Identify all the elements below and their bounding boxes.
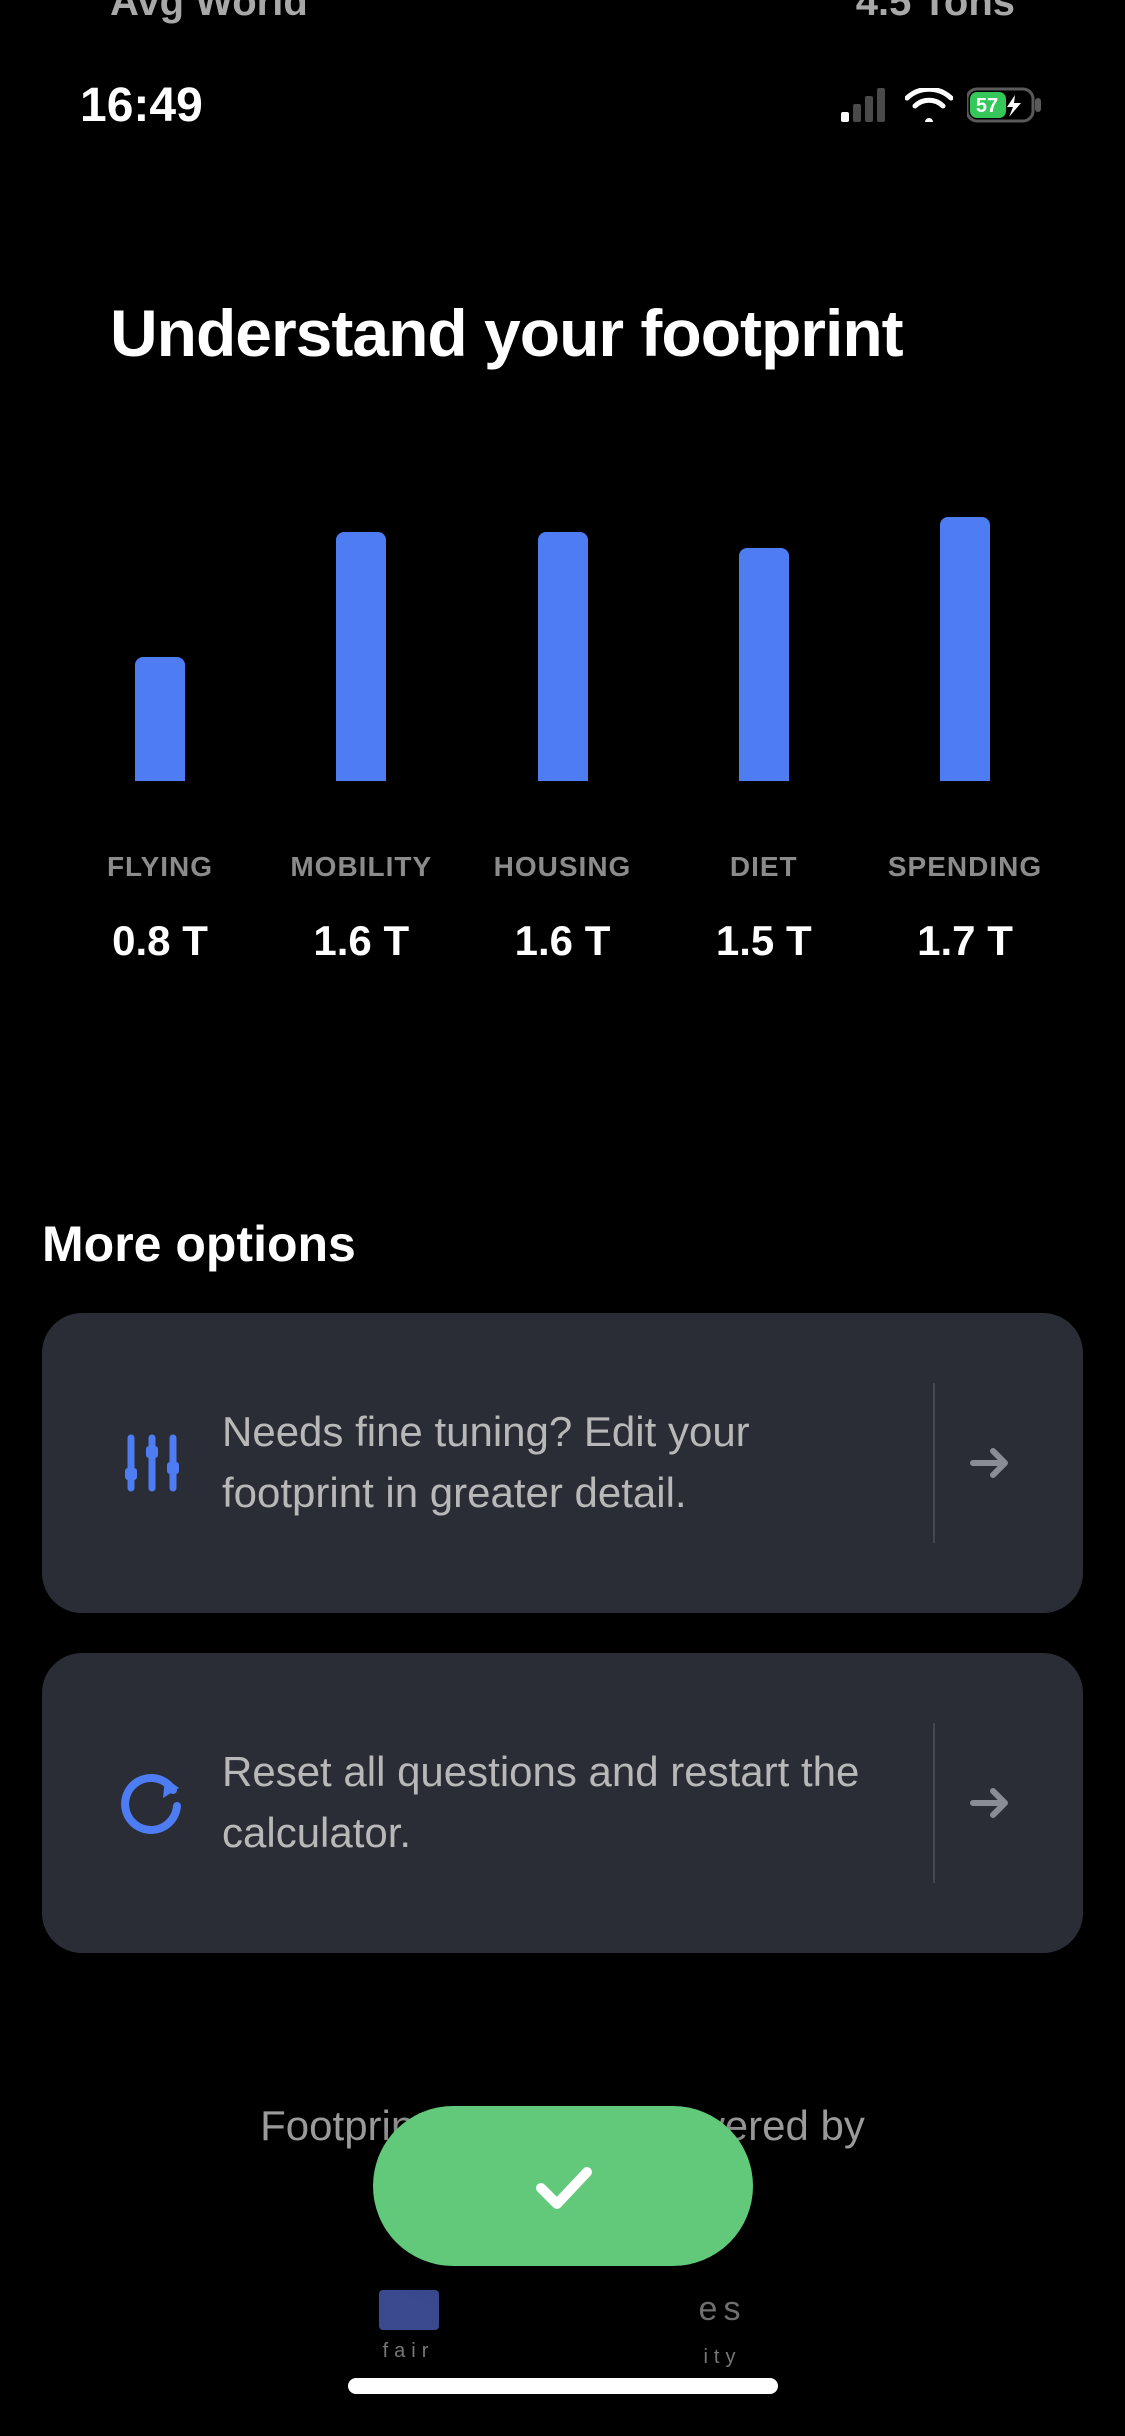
reset-calculator-card[interactable]: Reset all questions and restart the calc… [42, 1653, 1083, 1953]
comparison-row: Avg World 4.5 Tons [0, 0, 1125, 25]
edit-footprint-text: Needs fine tuning? Edit your footprint i… [212, 1402, 933, 1524]
chart-bar [538, 532, 588, 781]
chevron-right-icon [933, 1723, 1043, 1883]
status-time: 16:49 [80, 78, 203, 133]
logo-row: fair es ity [60, 2283, 1065, 2373]
check-icon [523, 2146, 603, 2226]
chart-category-label: FLYING [107, 851, 213, 883]
status-bar: 16:49 57 [0, 35, 1125, 175]
cellular-icon [841, 88, 891, 122]
comparison-value: 4.5 Tons [856, 0, 1015, 25]
battery-pct: 57 [976, 95, 998, 117]
confirm-button[interactable] [373, 2106, 753, 2266]
chart-category-label: MOBILITY [290, 851, 432, 883]
battery-icon: 57 [967, 87, 1045, 123]
sliders-icon [92, 1428, 212, 1498]
chart-column: FLYING 0.8 T [75, 501, 245, 965]
chart-bar [336, 532, 386, 781]
refresh-icon [92, 1768, 212, 1838]
comparison-label: Avg World [110, 0, 308, 25]
reset-calculator-text: Reset all questions and restart the calc… [212, 1742, 933, 1864]
chart-category-label: HOUSING [494, 851, 632, 883]
edit-footprint-card[interactable]: Needs fine tuning? Edit your footprint i… [42, 1313, 1083, 1613]
chart-category-label: SPENDING [888, 851, 1042, 883]
chart-column: MOBILITY 1.6 T [276, 501, 446, 965]
chart-column: SPENDING 1.7 T [880, 501, 1050, 965]
chart-value-label: 1.5 T [716, 917, 812, 965]
status-icons: 57 [841, 87, 1045, 123]
more-options-heading: More options [0, 1215, 1125, 1273]
chart-bar [135, 657, 185, 781]
chart-bar [940, 517, 990, 781]
chart-value-label: 1.7 T [917, 917, 1013, 965]
chart-value-label: 0.8 T [112, 917, 208, 965]
chart-category-label: DIET [730, 851, 798, 883]
chart-column: HOUSING 1.6 T [478, 501, 648, 965]
wifi-icon [905, 88, 953, 122]
logo-right: es ity [699, 2283, 747, 2373]
logo-left: fair [379, 2290, 439, 2367]
chevron-right-icon [933, 1383, 1043, 1543]
page-title: Understand your footprint [0, 295, 1125, 371]
footprint-bar-chart: FLYING 0.8 T MOBILITY 1.6 T HOUSING 1.6 T DIET… [0, 501, 1125, 965]
chart-column: DIET 1.5 T [679, 501, 849, 965]
chart-bar [739, 548, 789, 781]
chart-value-label: 1.6 T [313, 917, 409, 965]
chart-value-label: 1.6 T [515, 917, 611, 965]
home-indicator [348, 2378, 778, 2394]
